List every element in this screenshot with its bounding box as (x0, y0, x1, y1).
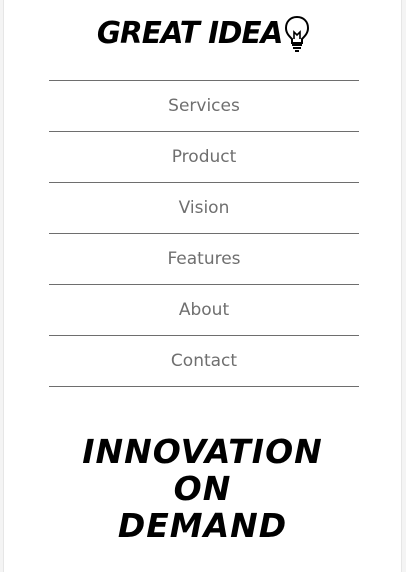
tagline-line-2: ON (173, 469, 232, 508)
main-nav: Services Product Vision Features About C… (49, 80, 359, 387)
lightbulb-icon (284, 14, 310, 52)
nav-item-contact[interactable]: Contact (49, 336, 359, 387)
hero-tagline: INNOVATION ON DEMAND (4, 433, 401, 544)
nav-item-product[interactable]: Product (49, 132, 359, 183)
nav-item-label: Vision (178, 198, 230, 218)
nav-item-label: Features (167, 249, 241, 269)
nav-item-vision[interactable]: Vision (49, 183, 359, 234)
nav-item-label: Product (171, 147, 237, 167)
tagline-line-1: INNOVATION (82, 432, 323, 471)
nav-item-services[interactable]: Services (49, 81, 359, 132)
page: GREAT IDEA Services Product Vision Featu… (3, 0, 402, 572)
nav-item-about[interactable]: About (49, 285, 359, 336)
nav-item-features[interactable]: Features (49, 234, 359, 285)
nav-item-label: About (178, 300, 230, 320)
nav-item-label: Contact (170, 351, 238, 371)
brand-logo[interactable]: GREAT IDEA (4, 12, 401, 56)
nav-item-label: Services (168, 96, 240, 116)
brand-title: GREAT IDEA (96, 16, 283, 51)
tagline-line-3: DEMAND (117, 506, 288, 545)
